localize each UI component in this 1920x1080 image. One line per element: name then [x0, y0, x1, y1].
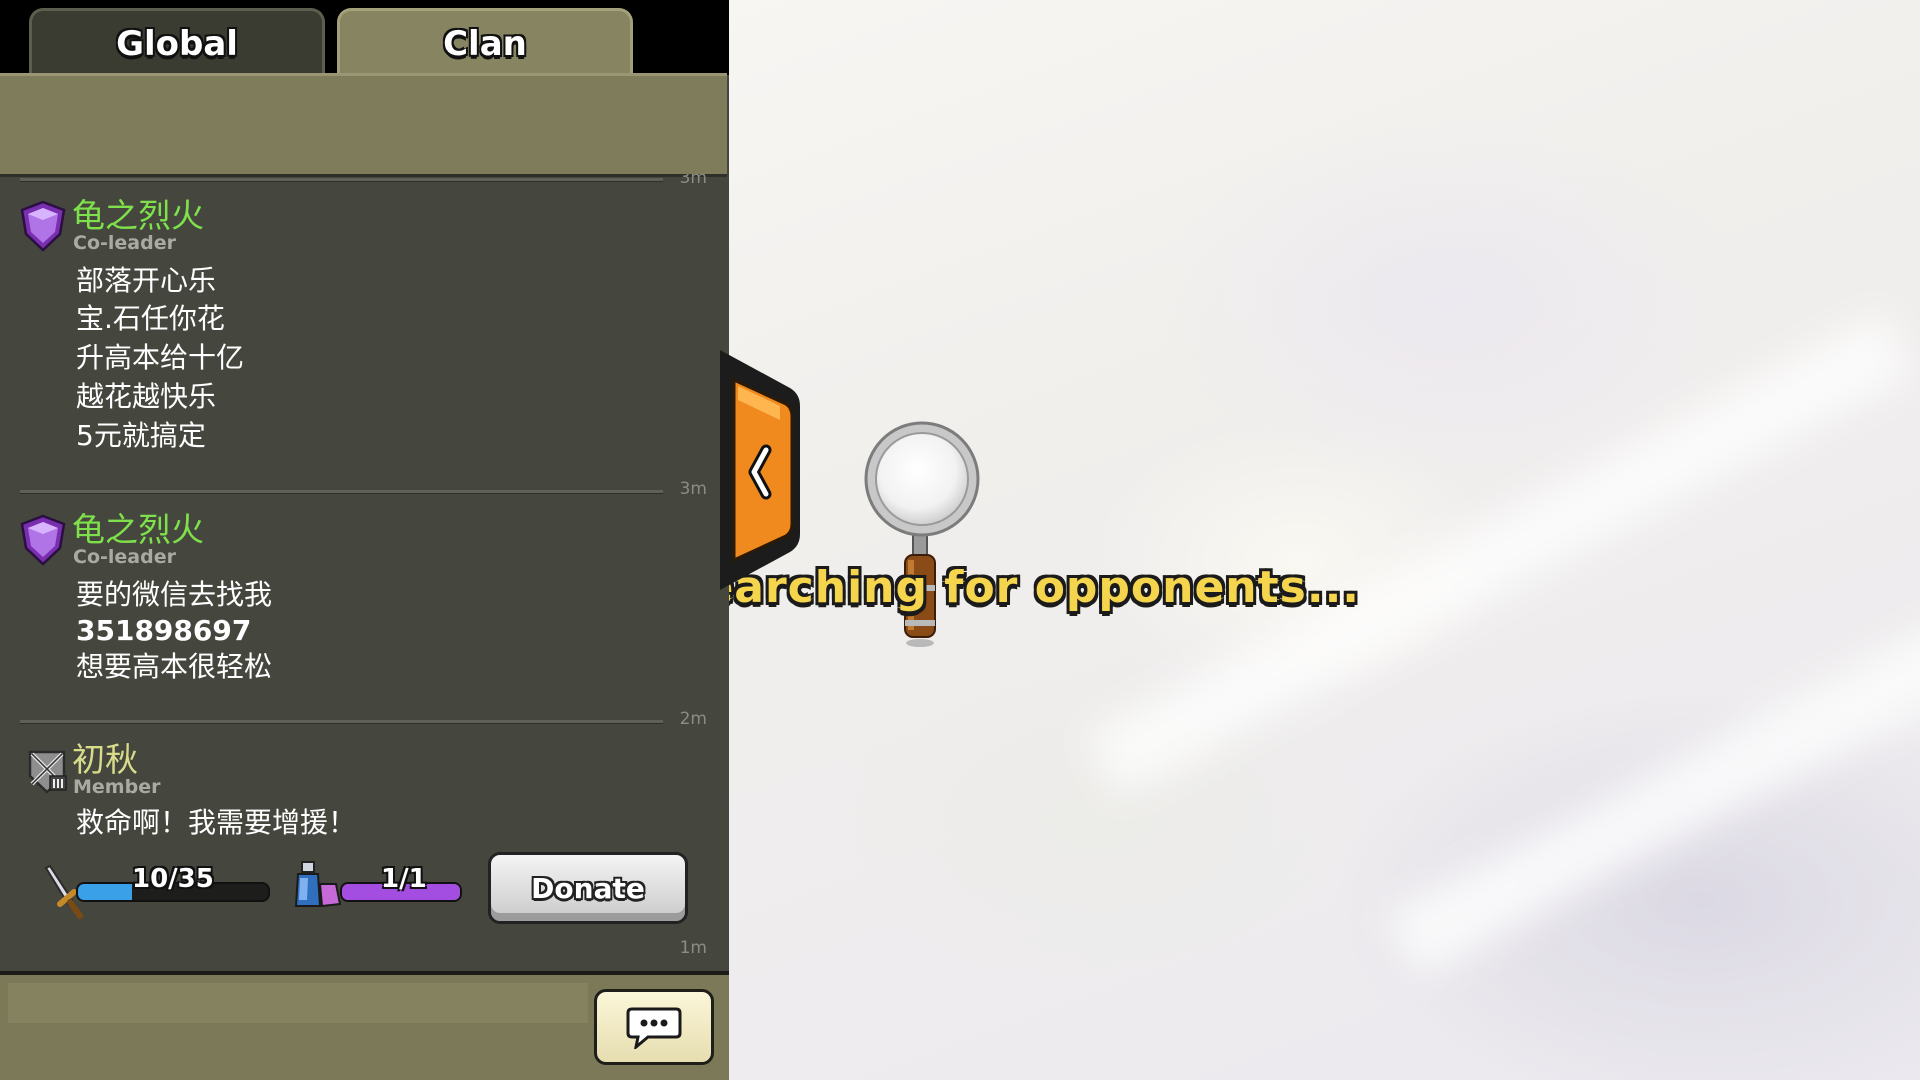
message-divider: [20, 720, 663, 724]
tab-clan[interactable]: Clan: [337, 8, 633, 76]
message-timestamp: 3m: [679, 479, 707, 499]
league-shield-icon: [28, 750, 67, 794]
message-timestamp: 3m: [679, 174, 707, 188]
speech-bubble-icon: [626, 1007, 682, 1049]
clan-header-area: [0, 73, 727, 177]
sender-role: Member: [73, 776, 161, 798]
message-divider: [20, 178, 663, 182]
message-line: 5元就搞定: [76, 419, 206, 452]
message-line: 351898697: [76, 614, 252, 647]
message-line: 想要高本很轻松: [76, 650, 273, 683]
chat-input-field[interactable]: [8, 983, 588, 1023]
sender-role: Co-leader: [73, 546, 176, 568]
sender-name[interactable]: 初秋: [72, 742, 138, 778]
sender-role: Co-leader: [73, 232, 176, 254]
message-line: 救命啊！我需要增援！: [76, 806, 357, 839]
troop-capacity-label: 10/35: [132, 864, 214, 894]
troop-capacity-fill: [78, 884, 133, 900]
clan-chat-panel: Global Clan 3m 龟之烈火 Co-leader 部落开心乐 宝.石任…: [0, 0, 729, 1080]
message-line: 部落开心乐: [76, 264, 217, 297]
message-divider: [20, 490, 663, 494]
chat-tab-bar: Global Clan: [0, 0, 729, 76]
sender-name[interactable]: 龟之烈火: [72, 512, 204, 548]
message-timestamp: 2m: [679, 709, 707, 729]
message-line: 越花越快乐: [76, 380, 217, 413]
league-shield-icon: [20, 514, 66, 566]
sender-name[interactable]: 龟之烈火: [72, 198, 204, 234]
send-message-button[interactable]: [594, 989, 714, 1065]
donate-button[interactable]: Donate: [488, 852, 688, 924]
message-line: 升高本给十亿: [76, 341, 245, 374]
league-shield-icon: [20, 200, 66, 252]
tab-global[interactable]: Global: [29, 8, 325, 76]
message-line: 宝.石任你花: [76, 302, 225, 335]
message-timestamp: 1m: [679, 938, 707, 958]
message-line: 要的微信去找我: [76, 578, 273, 611]
spell-capacity-label: 1/1: [381, 864, 427, 894]
searching-status: Searching for opponents...: [720, 562, 1360, 613]
collapse-chat-button[interactable]: [720, 350, 805, 590]
